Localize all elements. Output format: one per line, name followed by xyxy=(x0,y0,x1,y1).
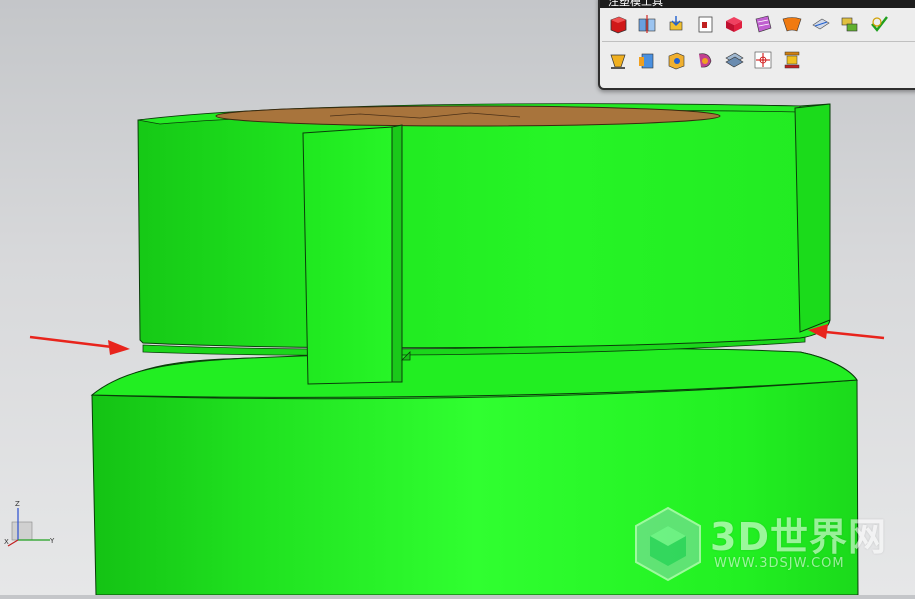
coordinate-triad: Z X Y xyxy=(4,500,64,550)
solid-patch-icon[interactable] xyxy=(606,48,630,72)
replace-face-icon[interactable] xyxy=(693,12,717,36)
left-arrow-annotation xyxy=(29,335,130,355)
vertical-rib[interactable] xyxy=(302,124,411,385)
trim-region-icon[interactable] xyxy=(693,48,717,72)
create-box-icon[interactable] xyxy=(606,12,630,36)
mold-tools-toolbar[interactable]: 注塑模工具 xyxy=(598,0,915,90)
parting-check-icon[interactable] xyxy=(722,48,746,72)
wcs-icon[interactable] xyxy=(751,48,775,72)
toolbar-title[interactable]: 注塑模工具 xyxy=(600,0,915,8)
extend-solid-icon[interactable] xyxy=(722,12,746,36)
toolbar-row-1 xyxy=(606,12,891,36)
sheet-extend-icon[interactable] xyxy=(780,12,804,36)
watermark-brand: 3D世界网 xyxy=(710,515,887,559)
triad-y-label: Y xyxy=(50,537,55,545)
watermark-url: WWW.3DSJW.COM xyxy=(714,556,845,571)
edge-patch-icon[interactable] xyxy=(635,48,659,72)
trim-solid-icon[interactable] xyxy=(664,12,688,36)
check-icon[interactable] xyxy=(867,12,891,36)
split-face-icon[interactable] xyxy=(809,12,833,36)
merge-icon[interactable] xyxy=(838,12,862,36)
triad-z-label: Z xyxy=(15,500,20,508)
cavity-opening xyxy=(215,105,721,127)
cube-logo-icon xyxy=(635,506,701,582)
triad-x-label: X xyxy=(4,538,9,546)
watermark: 3D世界网 WWW.3DSJW.COM xyxy=(628,500,898,590)
reference-face-icon[interactable] xyxy=(751,12,775,36)
split-body-icon[interactable] xyxy=(635,12,659,36)
upper-cylinder[interactable] xyxy=(137,103,831,349)
toolbar-row-2 xyxy=(606,48,804,72)
pocket-icon[interactable] xyxy=(664,48,688,72)
mold-base-icon[interactable] xyxy=(780,48,804,72)
toolbar-separator xyxy=(602,41,915,42)
